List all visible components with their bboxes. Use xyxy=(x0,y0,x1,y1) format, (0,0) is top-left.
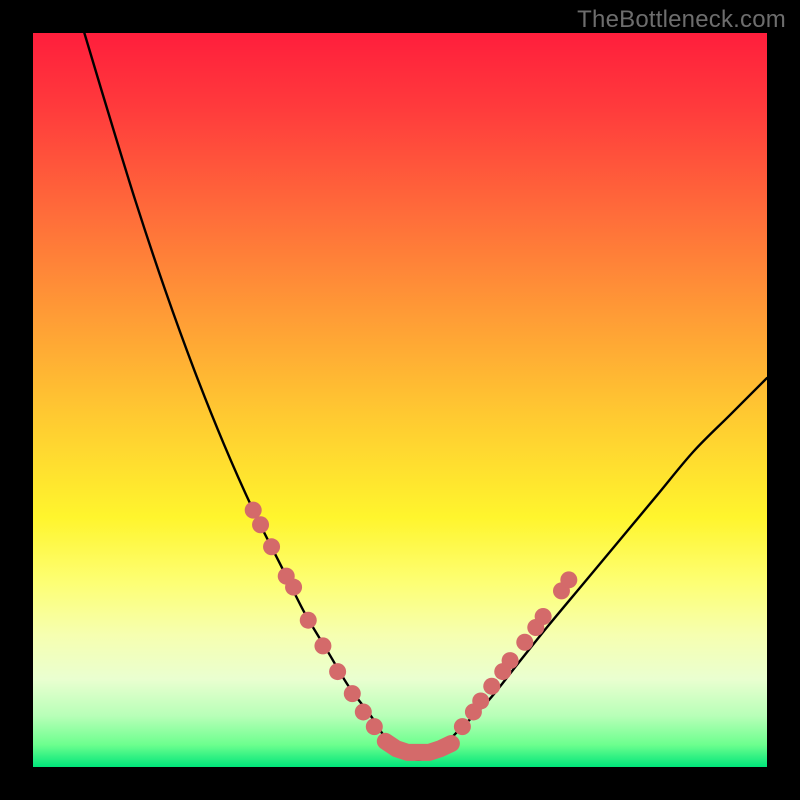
marker-dot xyxy=(300,612,317,629)
marker-dot xyxy=(535,608,552,625)
marker-dot xyxy=(560,571,577,588)
marker-dot xyxy=(516,634,533,651)
marker-dot xyxy=(285,579,302,596)
watermark-text: TheBottleneck.com xyxy=(577,6,786,34)
chart-svg xyxy=(33,33,767,767)
marker-dot xyxy=(472,692,489,709)
marker-dot xyxy=(263,538,280,555)
marker-dot xyxy=(454,718,471,735)
marker-dot xyxy=(252,516,269,533)
curve-line xyxy=(84,33,767,760)
marker-dot xyxy=(502,652,519,669)
marker-dot xyxy=(314,637,331,654)
bottom-segment xyxy=(385,741,451,752)
chart-frame: TheBottleneck.com xyxy=(0,0,800,800)
marker-dot xyxy=(245,502,262,519)
marker-dot xyxy=(483,678,500,695)
marker-dot xyxy=(366,718,383,735)
marker-dot xyxy=(329,663,346,680)
marker-dot xyxy=(344,685,361,702)
marker-group xyxy=(245,502,578,753)
plot-area xyxy=(33,33,767,767)
marker-dot xyxy=(355,703,372,720)
